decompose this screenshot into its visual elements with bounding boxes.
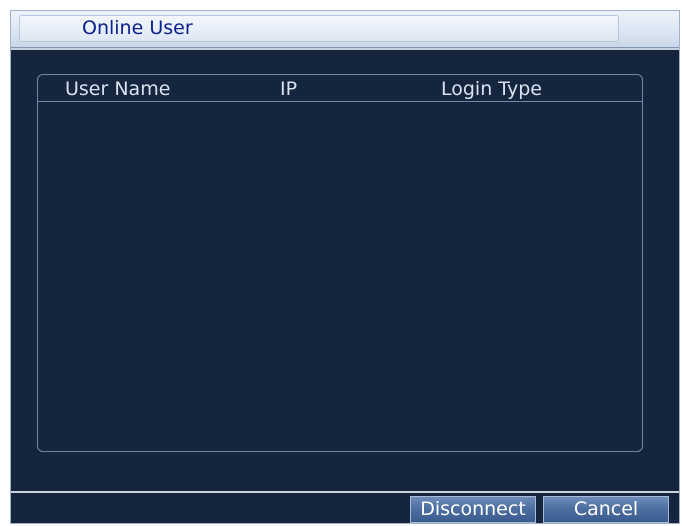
column-header-login-type[interactable]: Login Type xyxy=(441,77,542,101)
column-header-ip[interactable]: IP xyxy=(280,77,297,101)
online-user-list[interactable]: User Name IP Login Type xyxy=(37,74,643,452)
dialog-title: Online User xyxy=(82,17,193,39)
online-user-dialog: Online User User Name IP Login Type Disc… xyxy=(10,10,680,524)
column-header-user-name[interactable]: User Name xyxy=(65,77,170,101)
disconnect-button[interactable]: Disconnect xyxy=(410,496,536,523)
cancel-button[interactable]: Cancel xyxy=(543,496,669,523)
list-header: User Name IP Login Type xyxy=(38,75,642,102)
list-body[interactable] xyxy=(38,102,642,451)
title-separator xyxy=(11,48,679,50)
title-bar: Online User xyxy=(11,11,679,48)
button-separator xyxy=(11,491,679,493)
